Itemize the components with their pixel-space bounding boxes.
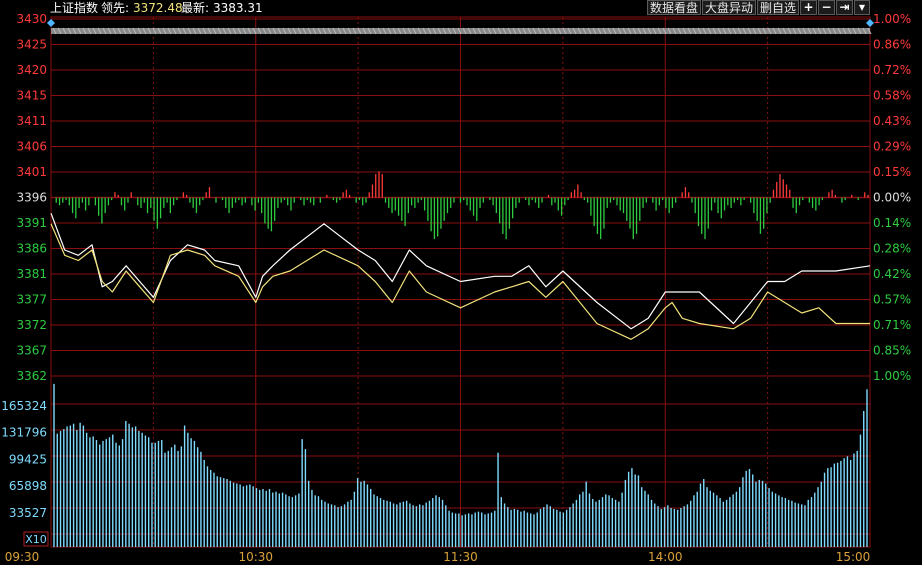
price-tick-label: 3425 (16, 38, 47, 52)
time-tick-label: 09:30 (5, 550, 40, 564)
time-tick-label: 10:30 (238, 550, 273, 564)
price-tick-label: 3377 (16, 293, 47, 307)
price-tick-label: 3372 (16, 318, 47, 332)
time-tick-label: 11:30 (443, 550, 478, 564)
volume-tick-label: 99425 (9, 452, 47, 466)
percent-tick-label: 0.72% (873, 63, 911, 77)
price-tick-label: 3401 (16, 165, 47, 179)
time-tick-label: 14:00 (648, 550, 683, 564)
volume-tick-label: 131796 (1, 426, 47, 440)
price-tick-label: 3415 (16, 89, 47, 103)
volume-tick-label: 165324 (1, 399, 47, 413)
price-tick-label: 3381 (16, 267, 47, 281)
price-tick-label: 3420 (16, 63, 47, 77)
percent-tick-label: 0.85% (873, 344, 911, 358)
price-tick-label: 3396 (16, 191, 47, 205)
percent-tick-label: 0.00% (873, 191, 911, 205)
volume-tick-label: 33527 (9, 506, 47, 520)
price-tick-label: 3367 (16, 344, 47, 358)
percent-tick-label: 0.28% (873, 242, 911, 256)
price-tick-label: 3362 (16, 369, 47, 383)
percent-tick-label: 0.71% (873, 318, 911, 332)
percent-tick-label: 0.29% (873, 140, 911, 154)
price-tick-label: 3430 (16, 12, 47, 26)
percent-tick-label: 0.14% (873, 216, 911, 230)
percent-tick-label: 0.42% (873, 267, 911, 281)
volume-tick-label: 65898 (9, 479, 47, 493)
percent-tick-label: 0.43% (873, 114, 911, 128)
time-tick-label: 15:00 (836, 550, 871, 564)
percent-tick-label: 1.00% (873, 369, 911, 383)
volume-scale-label: X10 (25, 533, 47, 546)
price-tick-label: 3391 (16, 216, 47, 230)
intraday-chart[interactable]: 3430 3425 3420 3415 3411 3406 3401 3396 3391 3386… (0, 0, 922, 565)
percent-tick-label: 0.15% (873, 165, 911, 179)
percent-tick-label: 0.57% (873, 293, 911, 307)
range-start-handle-icon (47, 19, 55, 27)
price-tick-label: 3406 (16, 140, 47, 154)
percent-tick-label: 0.58% (873, 89, 911, 103)
price-tick-label: 3386 (16, 242, 47, 256)
percent-tick-label: 1.00% (873, 12, 911, 26)
percent-tick-label: 0.86% (873, 38, 911, 52)
price-tick-label: 3411 (16, 114, 47, 128)
